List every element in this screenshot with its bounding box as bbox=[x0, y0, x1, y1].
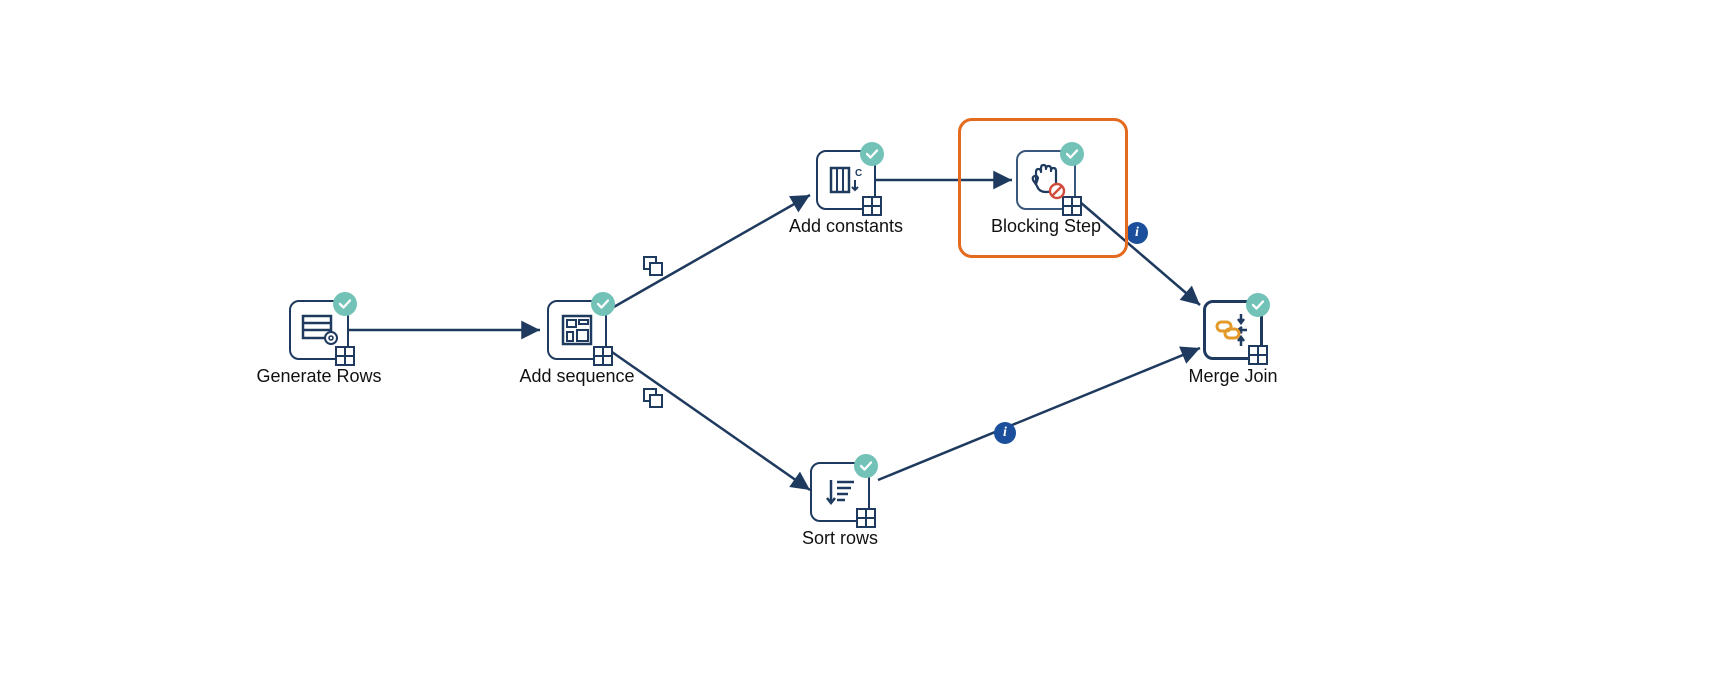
node-label: Add sequence bbox=[517, 366, 637, 387]
node-label: Add constants bbox=[786, 216, 906, 237]
info-icon[interactable]: i bbox=[994, 422, 1016, 444]
node-label: Generate Rows bbox=[254, 366, 384, 387]
sort-rows-icon bbox=[820, 472, 860, 512]
node-merge-join[interactable]: Merge Join bbox=[1178, 300, 1288, 387]
svg-text:C: C bbox=[855, 168, 862, 179]
distribute-rows-icon bbox=[643, 256, 663, 276]
workflow-canvas[interactable]: i i Generate Rows bbox=[0, 0, 1718, 688]
blocking-step-icon bbox=[1024, 158, 1068, 202]
node-label: Merge Join bbox=[1178, 366, 1288, 387]
node-add-constants[interactable]: C Add constants bbox=[786, 150, 906, 237]
node-label: Sort rows bbox=[790, 528, 890, 549]
node-sort-rows[interactable]: Sort rows bbox=[790, 462, 890, 549]
add-constants-icon: C bbox=[826, 160, 866, 200]
node-label: Blocking Step bbox=[986, 216, 1106, 237]
node-blocking-step[interactable]: Blocking Step bbox=[986, 150, 1106, 237]
distribute-rows-icon bbox=[643, 388, 663, 408]
node-generate-rows[interactable]: Generate Rows bbox=[254, 300, 384, 387]
node-add-sequence[interactable]: Add sequence bbox=[517, 300, 637, 387]
generate-rows-icon bbox=[299, 310, 339, 350]
info-icon[interactable]: i bbox=[1126, 222, 1148, 244]
add-sequence-icon bbox=[557, 310, 597, 350]
merge-join-icon bbox=[1211, 308, 1255, 352]
